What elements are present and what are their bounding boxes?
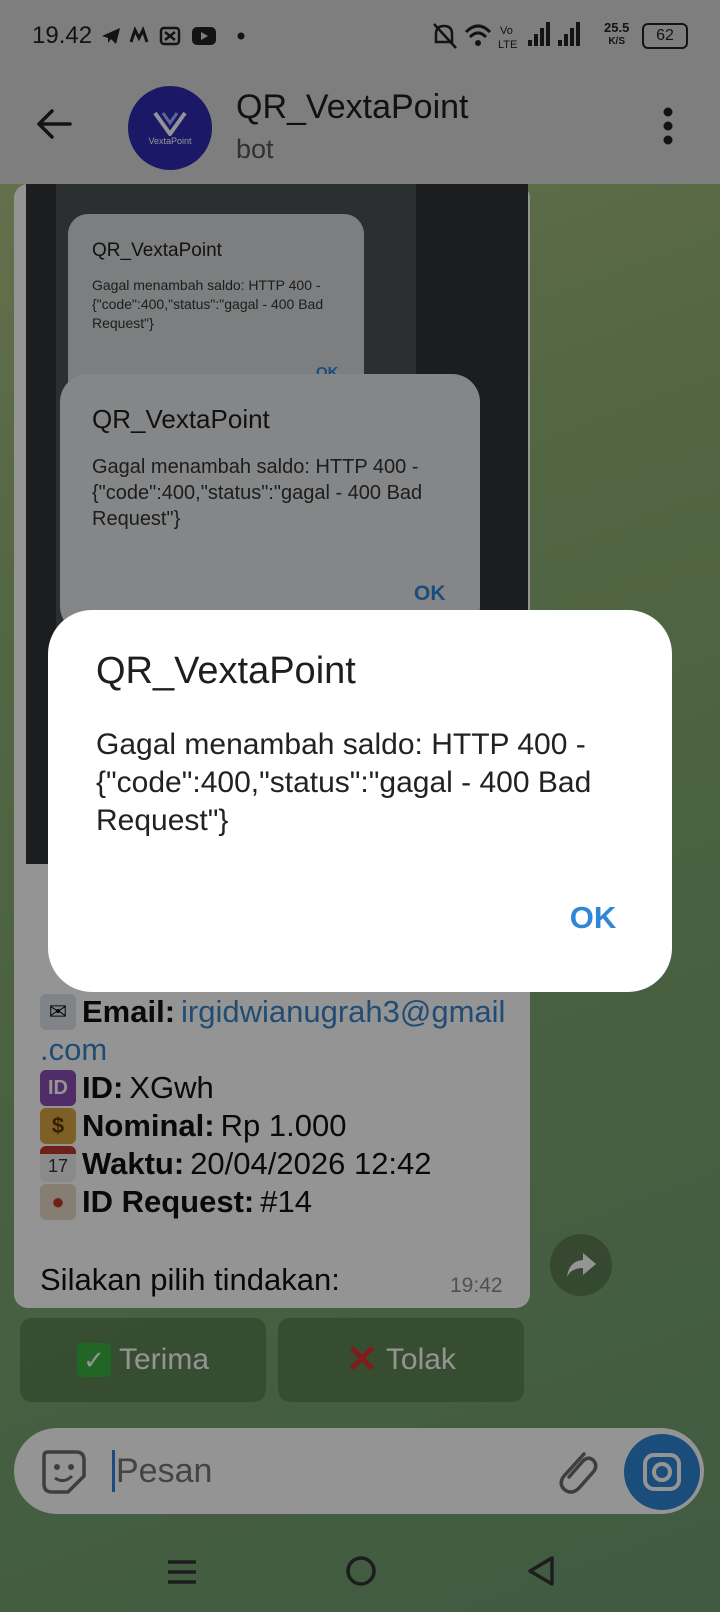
- dialog-title: QR_VextaPoint: [96, 650, 356, 692]
- dialog-ok-button[interactable]: OK: [548, 888, 638, 948]
- dialog-message: Gagal menambah saldo: HTTP 400 - {"code"…: [96, 728, 592, 837]
- alert-dialog: QR_VextaPoint Gagal menambah saldo: HTTP…: [48, 610, 672, 992]
